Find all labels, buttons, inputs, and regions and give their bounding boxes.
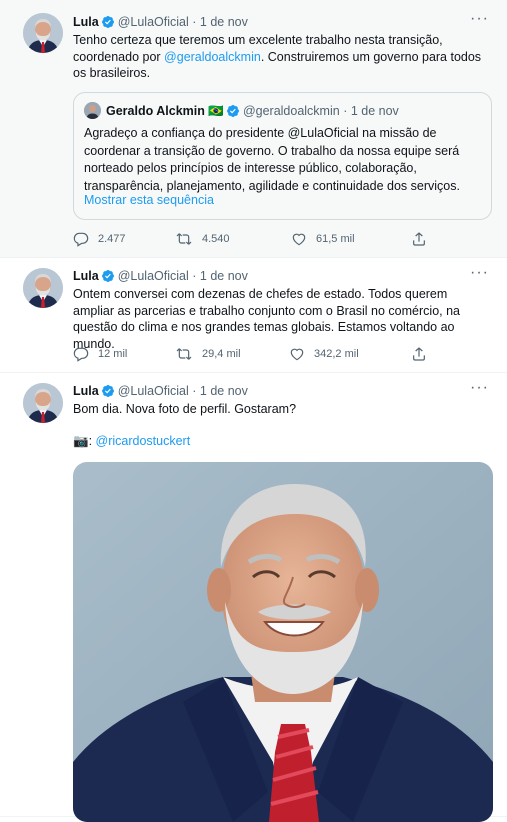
avatar[interactable] <box>23 383 63 423</box>
like-button[interactable]: 61,5 mil <box>291 231 355 247</box>
tweet-text: Ontem conversei com dezenas de chefes de… <box>73 287 460 351</box>
more-icon[interactable]: ··· <box>470 264 489 282</box>
tweet-date[interactable]: 1 de nov <box>200 384 248 398</box>
portrait-image <box>73 462 493 822</box>
share-icon <box>413 232 425 246</box>
tweet-text: Bom dia. Nova foto de perfil. Gostaram? <box>73 402 297 416</box>
credit-mention-link[interactable]: @ricardostuckert <box>96 434 191 448</box>
credit-separator: : <box>88 434 96 448</box>
author-name[interactable]: Lula <box>73 269 99 283</box>
tweet-date[interactable]: 1 de nov <box>200 269 248 283</box>
reply-count: 2.477 <box>98 233 126 245</box>
separator-dot: · <box>192 384 197 398</box>
separator-dot: · <box>192 269 197 283</box>
more-icon[interactable]: ··· <box>470 10 489 28</box>
tweet-photo[interactable] <box>73 462 493 822</box>
camera-emoji: 📷 <box>73 434 89 448</box>
quoted-date: 1 de nov <box>350 104 399 118</box>
retweet-icon <box>176 233 192 245</box>
more-icon[interactable]: ··· <box>470 379 489 397</box>
tweet-2[interactable]: Lula @LulaOficial · 1 de nov ··· Ontem co… <box>0 258 507 373</box>
like-count: 61,5 mil <box>316 233 355 245</box>
tweet-date[interactable]: 1 de nov <box>200 15 248 29</box>
avatar[interactable] <box>23 268 63 308</box>
author-handle[interactable]: @LulaOficial <box>118 384 189 398</box>
quoted-text: Agradeço a confiança do presidente @Lula… <box>84 126 460 193</box>
reply-count: 12 mil <box>98 348 128 360</box>
retweet-button[interactable]: 29,4 mil <box>175 346 241 362</box>
photo-credit: 📷: @ricardostuckert <box>73 433 483 450</box>
like-icon <box>290 348 304 361</box>
separator-dot: · <box>192 15 197 29</box>
retweet-count: 4.540 <box>202 233 230 245</box>
reply-icon <box>73 232 89 247</box>
like-button[interactable]: 342,2 mil <box>289 346 359 362</box>
author-name[interactable]: Lula <box>73 384 99 398</box>
verified-badge-icon <box>101 269 115 283</box>
like-count: 342,2 mil <box>314 348 359 360</box>
share-button[interactable] <box>411 346 427 362</box>
retweet-count: 29,4 mil <box>202 348 241 360</box>
reply-icon <box>73 347 89 362</box>
like-icon <box>292 233 306 246</box>
tweet-header: Lula @LulaOficial · 1 de nov <box>73 268 248 284</box>
separator-dot: · <box>343 104 348 118</box>
tweet-text: Tenho certeza que teremos um excelente t… <box>73 32 483 82</box>
quoted-header: Geraldo Alckmin 🇧🇷 @geraldoalckmin · 1 de… <box>106 103 399 119</box>
verified-badge-icon <box>101 15 115 29</box>
verified-badge-icon <box>226 104 240 118</box>
quoted-author-name: Geraldo Alckmin <box>106 104 205 118</box>
author-handle[interactable]: @LulaOficial <box>118 15 189 29</box>
reply-button[interactable]: 12 mil <box>73 346 127 362</box>
quoted-author-handle: @geraldoalckmin <box>242 104 340 118</box>
avatar[interactable] <box>23 13 63 53</box>
reply-button[interactable]: 2.477 <box>73 231 126 247</box>
tweet-header: Lula @LulaOficial · 1 de nov <box>73 383 248 399</box>
share-icon <box>413 347 425 361</box>
flag-emoji: 🇧🇷 <box>208 104 224 118</box>
tweet-1[interactable]: Lula @LulaOficial · 1 de nov ··· Tenho ce… <box>0 0 507 258</box>
verified-badge-icon <box>101 384 115 398</box>
mention-link[interactable]: @geraldoalckmin <box>164 50 261 64</box>
retweet-icon <box>176 348 192 360</box>
retweet-button[interactable]: 4.540 <box>175 231 230 247</box>
share-button[interactable] <box>411 231 427 247</box>
author-name[interactable]: Lula <box>73 15 99 29</box>
show-thread-link[interactable]: Mostrar esta sequência <box>84 193 214 207</box>
author-handle[interactable]: @LulaOficial <box>118 269 189 283</box>
quoted-tweet[interactable]: Geraldo Alckmin 🇧🇷 @geraldoalckmin · 1 de… <box>73 92 492 220</box>
tweet-header: Lula @LulaOficial · 1 de nov <box>73 14 248 30</box>
quoted-avatar <box>84 102 101 119</box>
